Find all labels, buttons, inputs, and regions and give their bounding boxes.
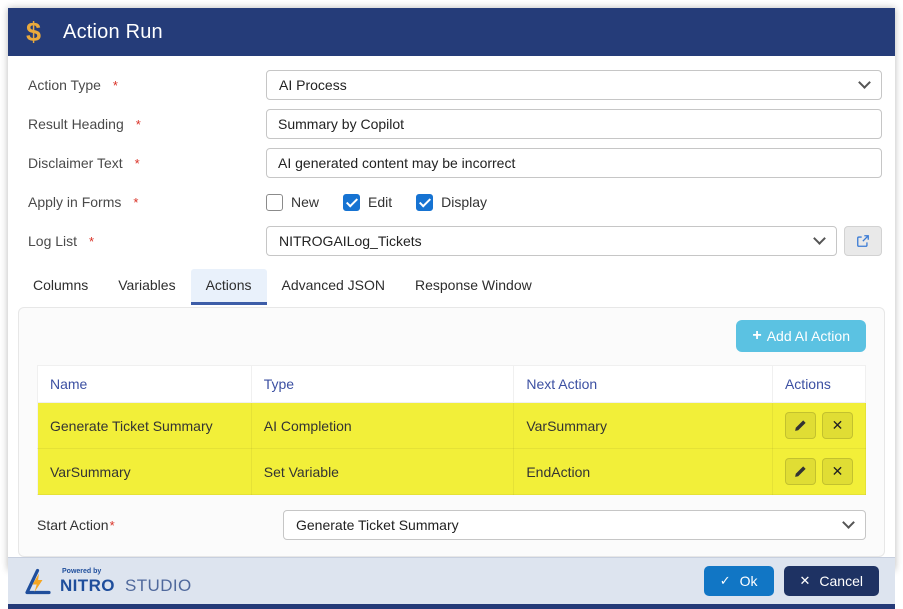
nitro-logo-icon — [25, 568, 51, 594]
tab-columns[interactable]: Columns — [18, 269, 103, 305]
action-run-dialog: $ Action Run Action Type * AI Process Res… — [8, 8, 895, 609]
checkbox-new[interactable]: New — [266, 193, 320, 211]
checkbox-display-label: Display — [441, 194, 488, 210]
log-list-label: Log List * — [28, 233, 95, 249]
result-heading-input[interactable] — [266, 109, 882, 139]
column-header-next-action: Next Action — [513, 365, 773, 403]
cell-type: AI Completion — [250, 402, 515, 449]
checkbox-edit-label: Edit — [368, 194, 393, 210]
close-icon: ✕ — [831, 463, 844, 479]
column-header-actions: Actions — [771, 365, 867, 403]
result-heading-row: Result Heading * — [28, 109, 882, 139]
apply-in-forms-group: New Edit Display — [266, 193, 882, 211]
disclaimer-text-label: Disclaimer Text * — [28, 155, 140, 171]
dollar-icon: $ — [26, 16, 42, 47]
checkbox-new-box[interactable] — [266, 193, 283, 211]
result-heading-label: Result Heading * — [28, 116, 141, 132]
tab-actions[interactable]: Actions — [190, 269, 267, 305]
x-icon: ✕ — [799, 573, 811, 588]
ok-button[interactable]: ✓ Ok — [703, 566, 774, 596]
start-action-select[interactable]: Generate Ticket Summary — [283, 510, 866, 540]
tab-bar: Columns Variables Actions Advanced JSON … — [8, 269, 895, 305]
add-ai-action-button[interactable]: + Add AI Action — [736, 320, 866, 352]
tab-advanced-json[interactable]: Advanced JSON — [267, 269, 401, 305]
log-list-value: NITROGAILog_Tickets — [279, 233, 422, 249]
cell-type: Set Variable — [250, 448, 515, 495]
action-type-label: Action Type * — [28, 77, 118, 93]
table-header-row: Name Type Next Action Actions — [37, 365, 867, 403]
powered-by-text: Powered by — [62, 568, 102, 575]
chevron-down-icon — [858, 76, 871, 89]
column-header-type: Type — [250, 365, 515, 403]
tab-variables[interactable]: Variables — [103, 269, 190, 305]
action-type-row: Action Type * AI Process — [28, 70, 882, 100]
checkbox-new-label: New — [291, 194, 320, 210]
table-row[interactable]: Generate Ticket Summary AI Completion Va… — [37, 402, 867, 449]
cell-name: VarSummary — [37, 448, 252, 495]
brand-nitro: NITRO — [60, 576, 115, 595]
dialog-header: $ Action Run — [8, 8, 895, 56]
cancel-button[interactable]: ✕ Cancel — [783, 566, 879, 596]
apply-in-forms-label: Apply in Forms * — [28, 194, 139, 210]
nitro-studio-logo: Powered by NITRO STUDIO — [24, 568, 192, 595]
chevron-down-icon — [813, 232, 826, 245]
cell-next-action: VarSummary — [513, 402, 773, 449]
brand-studio: STUDIO — [125, 576, 192, 595]
delete-row-button[interactable]: ✕ — [821, 412, 853, 439]
start-action-label: Start Action* — [37, 517, 115, 533]
dialog-footer: Powered by NITRO STUDIO ✓ Ok ✕ Cancel — [8, 557, 895, 604]
start-action-value: Generate Ticket Summary — [296, 517, 459, 533]
edit-row-button[interactable] — [784, 412, 816, 439]
log-list-select[interactable]: NITROGAILog_Tickets — [266, 226, 837, 256]
required-asterisk: * — [134, 156, 140, 171]
cell-name: Generate Ticket Summary — [37, 402, 252, 449]
required-asterisk: * — [135, 117, 141, 132]
plus-icon: + — [752, 327, 762, 344]
column-header-name: Name — [37, 365, 252, 403]
form-area: Action Type * AI Process Result Heading * … — [8, 56, 895, 267]
close-icon: ✕ — [831, 417, 844, 433]
actions-tab-panel: + Add AI Action Name Type Next Action Ac… — [18, 307, 885, 557]
required-asterisk: * — [89, 234, 95, 249]
apply-in-forms-row: Apply in Forms * New Edit Display — [28, 187, 882, 217]
dialog-title: Action Run — [63, 20, 163, 43]
checkbox-edit[interactable]: Edit — [343, 193, 393, 211]
log-list-row: Log List * NITROGAILog_Tickets — [28, 226, 882, 256]
dialog-bottom-edge — [8, 604, 895, 609]
pencil-icon — [795, 420, 806, 431]
checkbox-display[interactable]: Display — [416, 193, 488, 211]
external-link-icon — [857, 235, 869, 247]
delete-row-button[interactable]: ✕ — [821, 458, 853, 485]
pencil-icon — [795, 466, 806, 477]
action-type-value: AI Process — [279, 77, 347, 93]
checkbox-edit-box[interactable] — [343, 193, 361, 211]
required-asterisk: * — [112, 78, 118, 93]
actions-table: Name Type Next Action Actions Generate T… — [37, 365, 867, 495]
action-type-select[interactable]: AI Process — [266, 70, 882, 100]
required-asterisk: * — [133, 195, 139, 210]
disclaimer-text-row: Disclaimer Text * — [28, 148, 882, 178]
cell-next-action: EndAction — [513, 448, 773, 495]
disclaimer-text-input[interactable] — [266, 148, 882, 178]
checkbox-display-box[interactable] — [416, 193, 434, 211]
table-row[interactable]: VarSummary Set Variable EndAction ✕ — [37, 448, 867, 495]
start-action-row: Start Action* Generate Ticket Summary — [37, 510, 866, 540]
edit-row-button[interactable] — [784, 458, 816, 485]
open-list-button[interactable] — [844, 226, 882, 256]
tab-response-window[interactable]: Response Window — [400, 269, 547, 305]
chevron-down-icon — [842, 516, 855, 529]
required-asterisk: * — [109, 518, 115, 533]
check-icon: ✓ — [719, 573, 731, 588]
